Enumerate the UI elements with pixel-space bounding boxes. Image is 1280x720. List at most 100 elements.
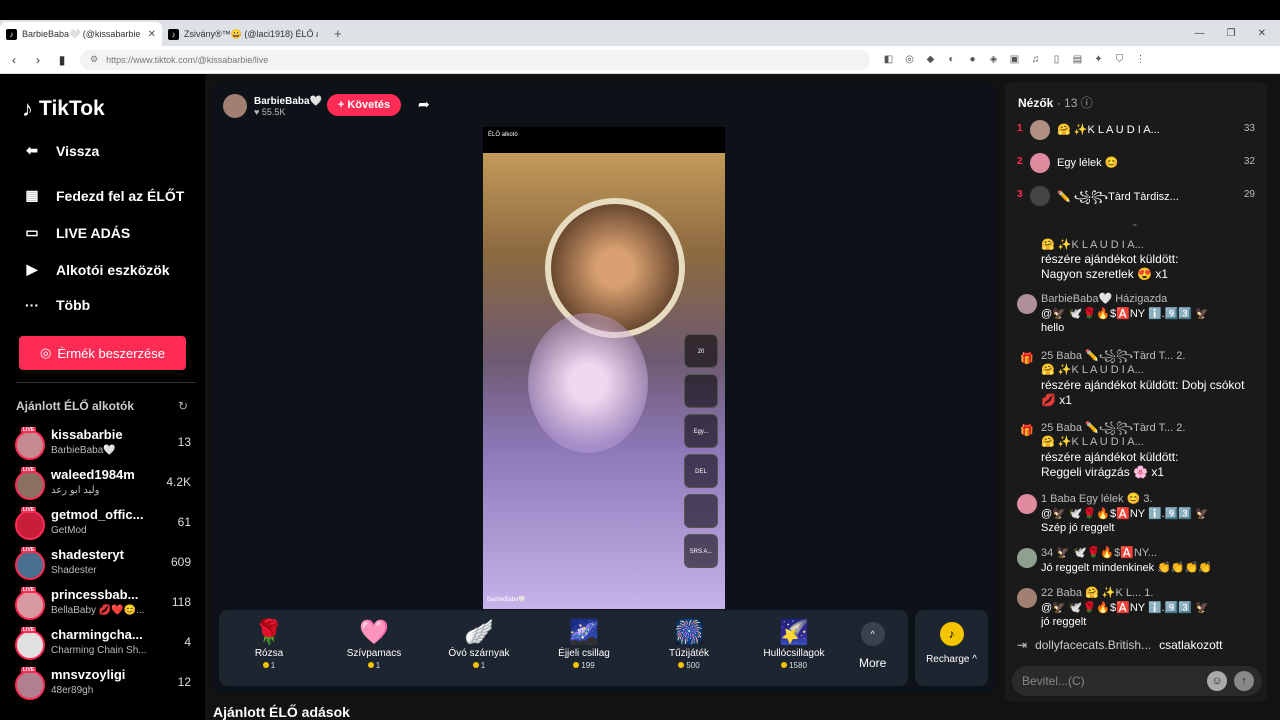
host-name: BarbieBaba🤍 (254, 95, 323, 107)
joined-text: csatlakozott (1159, 638, 1223, 652)
extension-icon[interactable]: ◧ (882, 54, 895, 65)
refresh-icon[interactable]: ↻ (178, 399, 188, 413)
url-text: https://www.tiktok.com/@kissabarbie/live (106, 54, 269, 65)
extension-icon[interactable]: ◆ (924, 54, 937, 65)
send-icon[interactable]: ↑ (1234, 671, 1254, 691)
gift-night-star[interactable]: 🌌 Éjjeli csillag 199 (534, 610, 634, 686)
minimize-icon[interactable]: — (1195, 28, 1205, 39)
chat-input[interactable] (1022, 671, 1202, 691)
gift-name: Éjjeli csillag (558, 648, 610, 659)
guest-slot[interactable] (684, 494, 718, 528)
recommended-live-title: Ajánlott ÉLŐ adások (213, 704, 350, 720)
sidebar-icon[interactable]: ▯ (1050, 54, 1063, 65)
live-video[interactable]: ÉLŐ alkotó 20 Egy... DEL SRS A... Barbie… (483, 127, 725, 609)
top-viewer[interactable]: 3 ✏️ ꧁꧂Tàrd Tàrdisz... 29 (1017, 184, 1255, 208)
recommended-creator[interactable]: LIVE getmod_offic... GetMod 61 (15, 507, 191, 543)
extensions-icon[interactable]: ✦ (1092, 54, 1105, 65)
extension-icon[interactable]: ● (966, 54, 979, 65)
viewer-rank: 3 (1017, 189, 1023, 200)
chat-message: BarbieBaba🤍 Házigazda @🦅 🕊️🌹🔥$🅰️NY ℹ️.9️… (1017, 292, 1257, 338)
avatar (1017, 494, 1037, 514)
new-tab-icon[interactable]: + (324, 26, 352, 41)
avatar (15, 470, 45, 500)
viewer-name: Egy lélek 😊 (1057, 157, 1119, 169)
gift-price: 1 (324, 661, 424, 670)
get-coins-button[interactable]: ◎ Érmék beszerzése (19, 336, 186, 370)
guest-slot[interactable]: DEL (684, 454, 718, 488)
recommended-creator[interactable]: LIVE charmingcha... Charming Chain Sh...… (15, 627, 191, 663)
gift-shooting-stars[interactable]: 🌠 Hullócsillagok 1580 (744, 610, 844, 686)
more-gifts-button[interactable]: ^ More (859, 622, 886, 670)
nav-live-studio[interactable]: ▭ LIVE ADÁS (22, 224, 130, 241)
recommended-creator[interactable]: LIVE kissabarbie BarbieBaba🤍 13 (15, 427, 191, 463)
night-star-icon: 🌌 (569, 619, 599, 646)
forward-icon[interactable]: › (32, 53, 44, 67)
host-info[interactable]: BarbieBaba🤍 ♥ 55.5K (223, 94, 322, 118)
message-text: Szép jó reggelt (1041, 522, 1115, 534)
live-badge: LIVE (21, 467, 37, 473)
share-icon[interactable]: ➦ (418, 96, 430, 113)
play-icon: ▶ (26, 261, 38, 277)
message-text: jó reggelt (1041, 616, 1087, 628)
rose-icon: 🌹 (254, 619, 284, 646)
shield-icon[interactable]: ⛉ (1113, 54, 1126, 65)
maximize-icon[interactable]: ❐ (1227, 28, 1236, 39)
help-icon[interactable]: ⓘ (1081, 96, 1093, 110)
back-icon[interactable]: ‹ (8, 53, 20, 67)
tab-active[interactable]: ♪ BarbieBaba🤍 (@kissabarbie ✕ (0, 22, 162, 46)
tiktok-logo[interactable]: ♪ TikTok (22, 96, 105, 122)
live-badge: LIVE (21, 547, 37, 553)
guest-slot[interactable]: 20 (684, 334, 718, 368)
coin-icon: ◎ (40, 345, 52, 360)
tiktok-favicon-icon: ♪ (6, 28, 17, 40)
nav-label: Több (56, 297, 91, 313)
avatar (1017, 294, 1037, 314)
url-field[interactable]: ⚙ https://www.tiktok.com/@kissabarbie/li… (80, 49, 870, 70)
host-avatar[interactable] (223, 94, 247, 118)
close-window-icon[interactable]: ✕ (1258, 28, 1266, 39)
recommended-creator[interactable]: LIVE shadesteryt Shadester 609 (15, 547, 191, 583)
top-viewer[interactable]: 2 Egy lélek 😊 32 (1017, 151, 1255, 175)
gift-rose[interactable]: 🌹 Rózsa 1 (219, 610, 319, 686)
emoji-icon[interactable]: ☺ (1207, 671, 1227, 691)
nav-explore-live[interactable]: ▦ Fedezd fel az ÉLŐT (22, 187, 184, 204)
message-sender: 1 Baba Egy lélek 😊 3. (1041, 493, 1153, 505)
camera-icon: ▭ (25, 224, 39, 240)
top-viewer[interactable]: 1 🤗 ✨K L A U D I A... 33 (1017, 118, 1255, 142)
extension-icon[interactable]: ▣ (1008, 54, 1021, 65)
gift-price: 1 (429, 661, 529, 670)
menu-icon[interactable]: ⋮ (1134, 54, 1147, 65)
chevron-down-icon[interactable]: ⌄ (1131, 218, 1139, 229)
gift-name: Rózsa (254, 648, 284, 659)
nav-back[interactable]: ⬅ Vissza (22, 142, 99, 159)
nav-more[interactable]: ··· Több (22, 297, 90, 313)
site-info-icon[interactable]: ⚙ (90, 54, 98, 65)
extension-icon[interactable]: ◎ (903, 54, 916, 65)
gift-heart-puff[interactable]: 🩷 Szívpamacs 1 (324, 610, 424, 686)
tab-inactive[interactable]: ♪ Zsivány®™😀 (@laci1918) ÉLŐ adás (162, 22, 324, 46)
close-tab-icon[interactable]: ✕ (148, 29, 156, 40)
guest-slot[interactable]: Egy... (684, 414, 718, 448)
gift-fireworks[interactable]: 🎆 Tűzijáték 500 (639, 610, 739, 686)
extension-icon[interactable]: ◐ (945, 54, 958, 65)
recharge-button[interactable]: ♪ Recharge ^ (915, 610, 988, 686)
extension-icon[interactable]: ◈ (987, 54, 1000, 65)
follow-button[interactable]: + Követés (327, 94, 401, 116)
bookmark-icon[interactable]: ▮ (56, 53, 68, 67)
guest-slot[interactable]: SRS A... (684, 534, 718, 568)
recommended-creator[interactable]: LIVE princessbab... BellaBaby 💋❤️😊... 11… (15, 587, 191, 623)
gift-price: 1580 (744, 661, 844, 670)
gift-icon: 🎁 (1020, 353, 1034, 365)
music-icon[interactable]: ♫ (1029, 54, 1042, 65)
nav-creator-tools[interactable]: ▶ Alkotói eszközök (22, 261, 170, 278)
gift-wings[interactable]: 🪽 Óvó szárnyak 1 (429, 610, 529, 686)
viewer-name: ✏️ ꧁꧂Tàrd Tàrdisz... (1057, 191, 1179, 203)
recommended-creator[interactable]: LIVE mnsvzoyligi 48er89gh 12 (15, 667, 191, 703)
message-text: hello (1041, 322, 1065, 334)
guest-slot[interactable] (684, 374, 718, 408)
viewer-count: 4.2K (166, 475, 191, 489)
wallet-icon[interactable]: ▤ (1071, 54, 1084, 65)
recommended-creator[interactable]: LIVE waleed1984m وليد ابو رعد 4.2K (15, 467, 191, 503)
address-bar: ‹ › ▮ ⚙ https://www.tiktok.com/@kissabar… (0, 46, 1280, 74)
gift-price: 500 (639, 661, 739, 670)
